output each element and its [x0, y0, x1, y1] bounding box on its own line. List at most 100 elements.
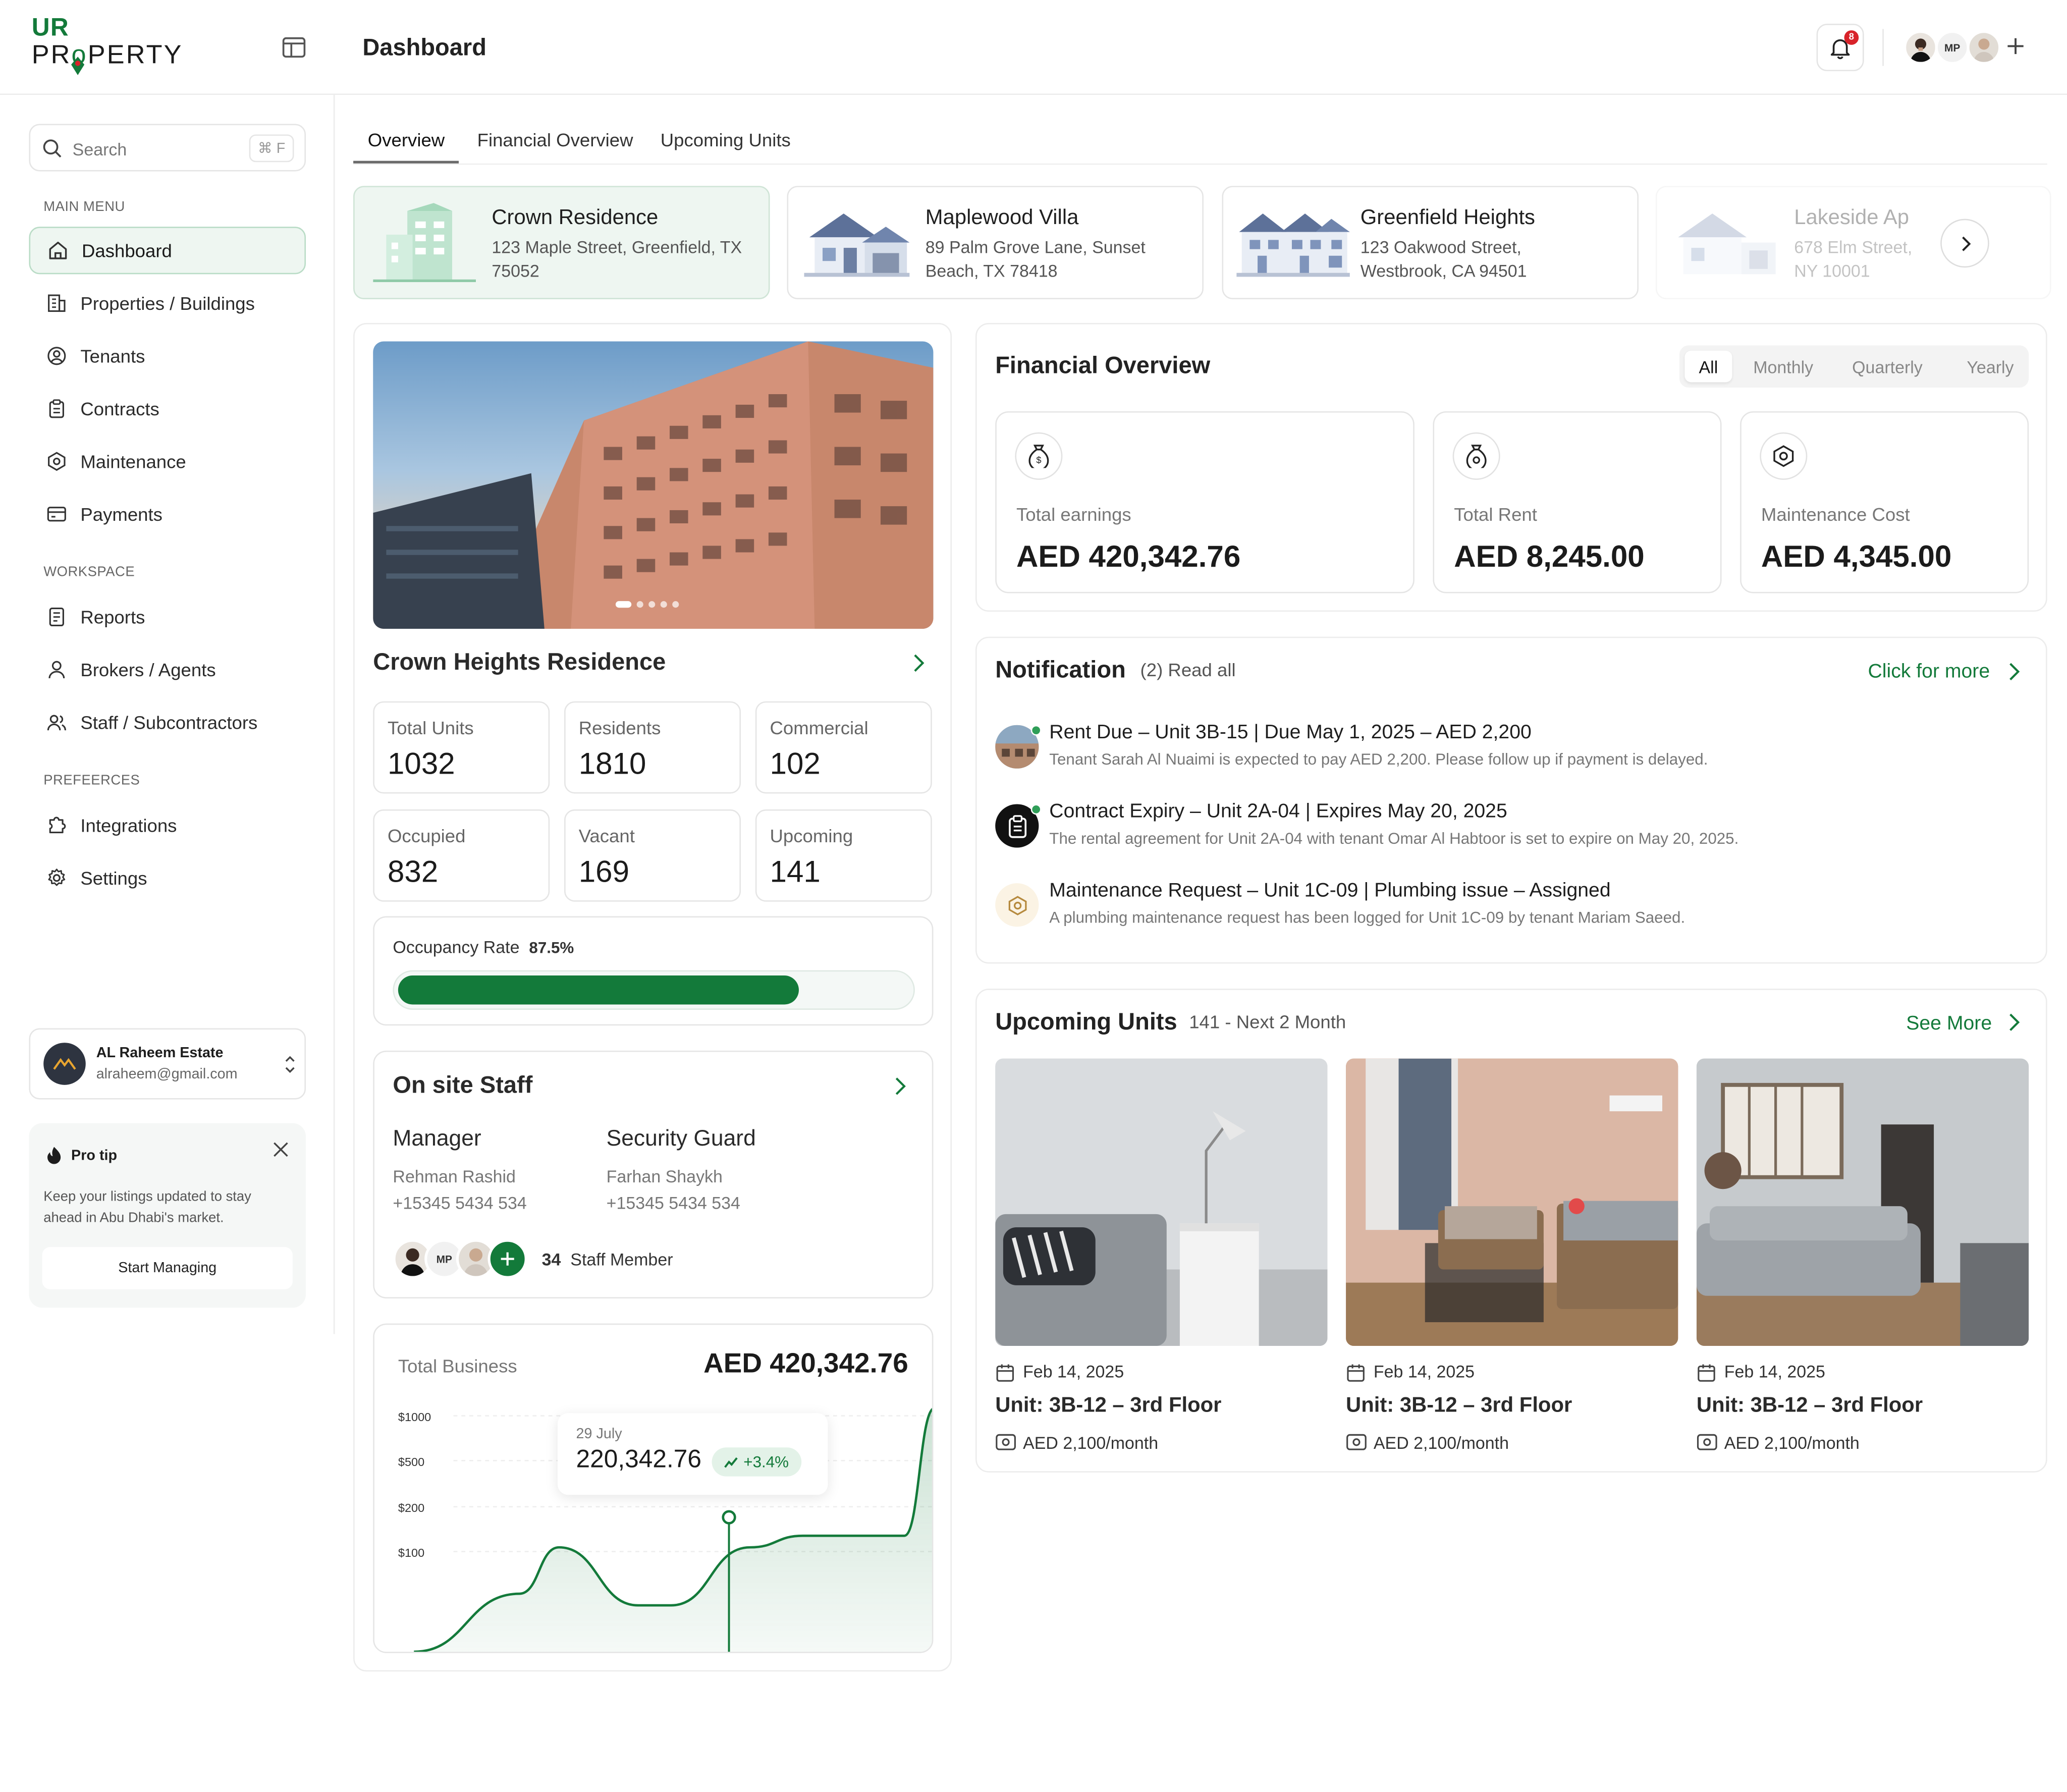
close-icon[interactable]: [273, 1142, 289, 1157]
brand-logo[interactable]: UR PRo PERTY: [32, 16, 183, 75]
tabs-divider: [353, 163, 2047, 165]
home-icon: [49, 241, 67, 259]
sidebar-item-settings[interactable]: Settings: [29, 854, 306, 902]
search-icon: [43, 139, 62, 158]
y-tick-label: $100: [398, 1546, 424, 1559]
unit-date: Feb 14, 2025: [1373, 1362, 1475, 1382]
sidebar-item-contracts[interactable]: Contracts: [29, 385, 306, 432]
finance-label: Maintenance Cost: [1761, 503, 1910, 525]
avatar-initials[interactable]: MP: [1935, 30, 1970, 65]
stat-tile: Commercial 102: [755, 701, 932, 794]
chevron-right-icon[interactable]: [2007, 1012, 2021, 1032]
chart-cursor-point: [722, 1510, 736, 1525]
puzzle-icon: [49, 817, 66, 834]
sidebar-item-properties-buildings[interactable]: Properties / Buildings: [29, 280, 306, 327]
unit-photo[interactable]: [1696, 1058, 2029, 1346]
plus-icon: [501, 1252, 514, 1266]
unit-name[interactable]: Unit: 3B-12 – 3rd Floor: [1346, 1395, 1572, 1419]
finance-label: Total Rent: [1454, 503, 1537, 525]
avatar[interactable]: [1903, 30, 1938, 65]
stat-tile: Occupied 832: [373, 809, 550, 902]
finance-stat-card: $ Total earnings AED 420,342.76: [995, 411, 1415, 593]
sidebar-item-tenants[interactable]: Tenants: [29, 332, 306, 379]
sidebar-item-label: Integrations: [80, 814, 177, 836]
cash-icon: [1697, 1434, 1717, 1450]
carousel-next-button[interactable]: [1940, 219, 1989, 268]
layout-toggle-icon[interactable]: [282, 37, 306, 58]
account-switcher[interactable]: AL Raheem Estate alraheem@gmail.com: [29, 1028, 306, 1100]
stat-value: 832: [387, 854, 439, 889]
property-card[interactable]: Crown Residence 123 Maple Street, Greenf…: [353, 186, 770, 299]
sidebar-item-label: Reports: [80, 606, 145, 628]
pro-tip-text: Keep your listings updated to stay ahead…: [43, 1189, 251, 1226]
property-card[interactable]: Lakeside Ap 678 Elm Street, NY 10001: [1655, 186, 2051, 299]
tab-upcoming-units[interactable]: Upcoming Units: [661, 129, 791, 150]
stat-tile: Vacant 169: [564, 809, 741, 902]
total-business-card: Total Business AED 420,342.76 $1000 $500 $…: [373, 1323, 934, 1653]
sidebar-item-label: Brokers / Agents: [80, 659, 216, 680]
period-yearly[interactable]: Yearly: [1967, 357, 2014, 377]
house-illustration: [804, 213, 910, 277]
tab-overview[interactable]: Overview: [368, 129, 445, 150]
finance-stat-card: Total Rent AED 8,245.00: [1433, 411, 1722, 593]
start-managing-button[interactable]: Start Managing: [42, 1247, 293, 1289]
notifications-button[interactable]: 8: [1816, 24, 1864, 72]
period-selector[interactable]: All Monthly Quarterly Yearly: [1679, 345, 2029, 388]
hex-gear-icon: [48, 452, 66, 471]
notification-item[interactable]: Maintenance Request – Unit 1C-09 | Plumb…: [995, 879, 1997, 945]
add-staff-button[interactable]: [487, 1239, 527, 1279]
avatar[interactable]: [1967, 30, 2001, 65]
notification-item[interactable]: Contract Expiry – Unit 2A-04 | Expires M…: [995, 800, 1997, 866]
sidebar-item-dashboard[interactable]: Dashboard: [29, 227, 306, 275]
property-name: Maplewood Villa: [925, 207, 1079, 230]
unit-name[interactable]: Unit: 3B-12 – 3rd Floor: [1697, 1395, 1923, 1419]
account-email: alraheem@gmail.com: [96, 1066, 238, 1082]
search-input[interactable]: Search ⌘ F: [29, 124, 306, 172]
unit-date: Feb 14, 2025: [1023, 1362, 1124, 1382]
sidebar-item-staff-subcontractors[interactable]: Staff / Subcontractors: [29, 698, 306, 746]
building-photo[interactable]: [373, 341, 934, 629]
sidebar-item-maintenance[interactable]: Maintenance: [29, 438, 306, 485]
add-member-icon[interactable]: [2005, 36, 2026, 57]
calendar-icon: [996, 1364, 1014, 1382]
notifications-title: Notification: [995, 656, 1126, 683]
money-bag-icon: [1452, 432, 1500, 480]
chevron-updown-icon: [285, 1056, 295, 1073]
period-all[interactable]: All: [1684, 350, 1732, 383]
chevron-right-icon[interactable]: [912, 653, 926, 674]
flame-icon: [47, 1147, 61, 1164]
chevron-right-icon[interactable]: [2007, 662, 2021, 681]
notification-title: Contract Expiry – Unit 2A-04 | Expires M…: [1049, 800, 1507, 823]
finance-value: AED 420,342.76: [1016, 539, 1241, 574]
finance-value: AED 8,245.00: [1454, 539, 1645, 574]
stat-label: Commercial: [770, 717, 868, 738]
chevron-right-icon[interactable]: [894, 1076, 907, 1097]
finance-label: Total earnings: [1016, 503, 1131, 525]
property-card[interactable]: Greenfield Heights 123 Oakwood Street, W…: [1222, 186, 1639, 299]
property-card[interactable]: Maplewood Villa 89 Palm Grove Lane, Suns…: [787, 186, 1204, 299]
unit-photo[interactable]: [995, 1058, 1328, 1346]
upcoming-title: Upcoming Units: [995, 1008, 1177, 1035]
photo-pagination[interactable]: [615, 601, 679, 608]
sidebar-item-integrations[interactable]: Integrations: [29, 801, 306, 849]
period-monthly[interactable]: Monthly: [1753, 357, 1813, 377]
unit-photo[interactable]: [1346, 1058, 1678, 1346]
trend-up-icon: [724, 1457, 738, 1468]
notification-item[interactable]: Rent Due – Unit 3B-15 | Due May 1, 2025 …: [995, 721, 1997, 787]
sidebar-item-brokers-agents[interactable]: Brokers / Agents: [29, 646, 306, 693]
click-for-more-link[interactable]: Click for more: [1868, 661, 1990, 683]
staff-title: On site Staff: [393, 1071, 533, 1098]
user-icon: [48, 661, 65, 679]
read-all-link[interactable]: (2) Read all: [1140, 659, 1236, 680]
upcoming-subtitle: 141 - Next 2 Month: [1189, 1011, 1346, 1033]
tab-financial-overview[interactable]: Financial Overview: [477, 129, 633, 150]
stat-label: Vacant: [578, 825, 635, 847]
clipboard-icon: [49, 399, 64, 418]
onsite-staff-card: On site Staff Manager Rehman Rashid +153…: [373, 1050, 934, 1299]
unit-name[interactable]: Unit: 3B-12 – 3rd Floor: [995, 1395, 1221, 1419]
see-more-link[interactable]: See More: [1906, 1012, 1992, 1035]
top-header: UR PRo PERTY Dashboard 8 MP: [0, 0, 2067, 95]
sidebar-item-payments[interactable]: Payments: [29, 491, 306, 538]
period-quarterly[interactable]: Quarterly: [1852, 357, 1923, 377]
sidebar-item-reports[interactable]: Reports: [29, 593, 306, 640]
